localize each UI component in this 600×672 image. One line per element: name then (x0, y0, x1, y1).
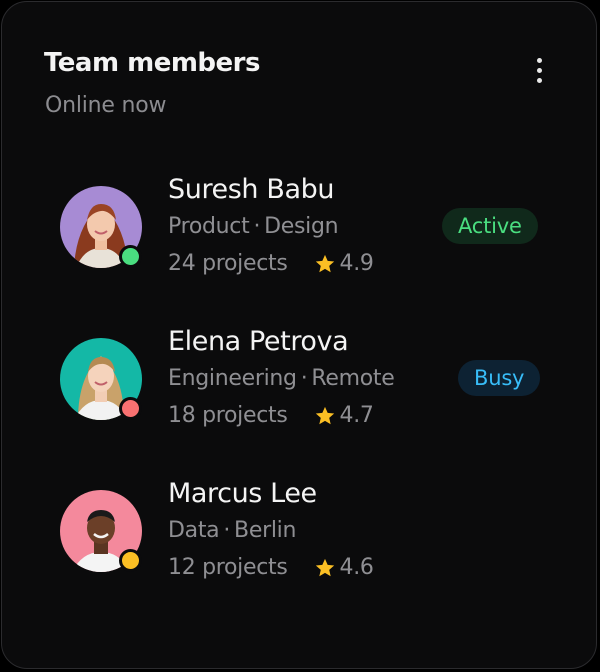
star-icon (315, 558, 334, 576)
card-title: Team members (44, 48, 260, 78)
member-meta: Engineering · Remote (168, 366, 395, 391)
member-projects: 12 projects (168, 555, 288, 580)
member-name: Elena Petrova (168, 326, 349, 357)
rating-value: 4.9 (339, 251, 374, 276)
member-stats: 18 projects 4.7 (168, 403, 374, 428)
card-subtitle: Online now (45, 93, 167, 118)
separator-dot: · (300, 366, 308, 391)
member-detail: Design (264, 214, 339, 239)
separator-dot: · (223, 518, 231, 543)
star-icon (315, 406, 334, 424)
status-dot (119, 549, 142, 572)
team-members-card: Team members Online now Suresh Babu Prod… (1, 1, 597, 669)
member-detail: Berlin (234, 518, 297, 543)
avatar[interactable] (60, 186, 142, 268)
rating-value: 4.6 (339, 555, 374, 580)
member-meta: Product · Design (168, 214, 339, 239)
member-name: Marcus Lee (168, 478, 317, 509)
member-dept: Product (168, 214, 250, 239)
status-dot (119, 245, 142, 268)
member-rating: 4.9 (314, 251, 374, 276)
star-icon (315, 254, 334, 272)
member-dept: Data (168, 518, 220, 543)
member-row[interactable]: Marcus Lee Data · Berlin 12 projects 4.6 (2, 478, 598, 610)
member-detail: Remote (311, 366, 395, 391)
member-projects: 18 projects (168, 403, 288, 428)
member-stats: 24 projects 4.9 (168, 251, 374, 276)
avatar[interactable] (60, 490, 142, 572)
status-badge-busy: Busy (458, 360, 541, 396)
status-badge-active: Active (442, 208, 538, 244)
member-name: Suresh Babu (168, 174, 335, 205)
member-rating: 4.7 (314, 403, 374, 428)
rating-value: 4.7 (339, 403, 374, 428)
more-options-icon[interactable] (524, 52, 554, 88)
member-dept: Engineering (168, 366, 297, 391)
member-row[interactable]: Suresh Babu Product · Design 24 projects 4… (2, 174, 598, 306)
member-meta: Data · Berlin (168, 518, 296, 543)
status-dot (119, 397, 142, 420)
avatar[interactable] (60, 338, 142, 420)
separator-dot: · (253, 214, 261, 239)
member-row[interactable]: Elena Petrova Engineering · Remote 18 proj… (2, 326, 598, 458)
member-projects: 24 projects (168, 251, 288, 276)
member-rating: 4.6 (314, 555, 374, 580)
member-stats: 12 projects 4.6 (168, 555, 374, 580)
